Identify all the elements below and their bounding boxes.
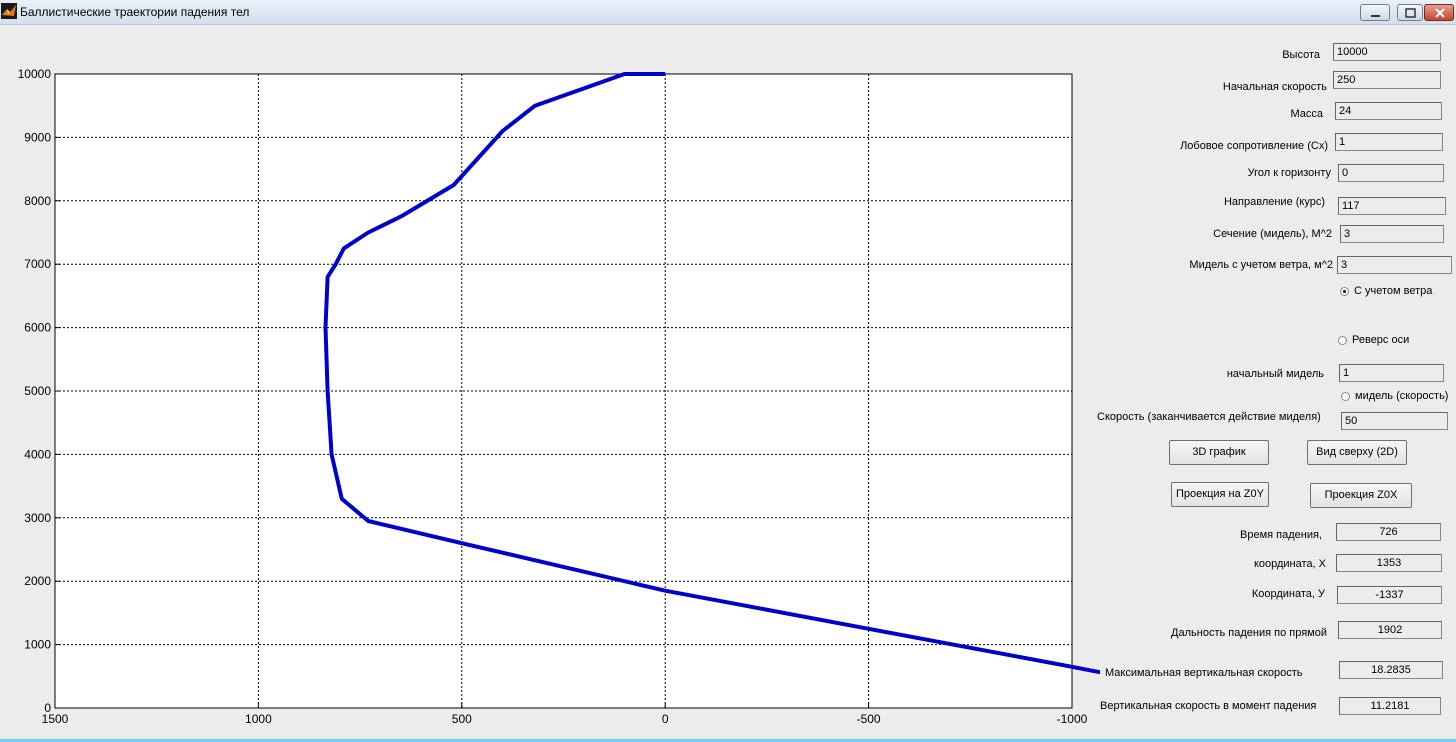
mass-label: Масса	[1290, 108, 1323, 120]
y-coord-label: Координата, У	[1251, 588, 1325, 600]
close-icon	[1435, 8, 1445, 18]
proj-zoy-button[interactable]: Проекция на Z0Y	[1171, 482, 1269, 507]
max-vspeed-label: Максимальная вертикальная скорость	[1105, 667, 1303, 679]
wind-radio[interactable]: С учетом ветра	[1340, 285, 1432, 297]
reverse-radio-label: Реверс оси	[1352, 334, 1410, 347]
minimize-icon	[1371, 15, 1380, 17]
angle-label: Угол к горизонту	[1247, 167, 1331, 179]
reverse-radio[interactable]: Реверс оси	[1338, 334, 1409, 346]
time-label: Время падения,	[1240, 529, 1322, 541]
height-label: Высота	[1282, 49, 1320, 61]
x-tick-label: -500	[857, 712, 881, 726]
midel-speed-radio-label: мидель (скорость)	[1355, 390, 1449, 403]
reverse-radio-dot	[1338, 335, 1347, 345]
y-tick-label: 3000	[24, 511, 51, 525]
restore-icon	[1405, 8, 1416, 18]
end-speed-label: Скорость (заканчивается действие миделя)	[1097, 411, 1321, 423]
angle-input[interactable]: 0	[1338, 164, 1444, 182]
y-tick-label: 10000	[18, 67, 52, 81]
impact-vspeed-label: Вертикальная скорость в момент падения	[1100, 700, 1317, 712]
y-tick-label: 5000	[24, 384, 51, 398]
title-bar: Баллистические траектории падения тел	[0, 0, 1456, 25]
midel-speed-radio-dot	[1341, 391, 1350, 401]
section-label: Сечение (мидель), М^2	[1213, 228, 1332, 240]
x-tick-label: 1000	[245, 712, 272, 726]
x-tick-label: 1500	[42, 712, 69, 726]
proj-zox-button[interactable]: Проекция Z0X	[1310, 483, 1412, 508]
y-tick-label: 8000	[24, 194, 51, 208]
impact-vspeed-output: 11.2181	[1339, 697, 1441, 715]
wind-radio-dot	[1340, 286, 1349, 296]
wind-midel-label: Мидель с учетом ветра, м^2	[1189, 259, 1333, 271]
section-input[interactable]: 3	[1340, 225, 1444, 243]
time-output: 726	[1336, 523, 1441, 541]
x-tick-label: 500	[452, 712, 472, 726]
end-speed-input[interactable]: 50	[1341, 412, 1448, 430]
y-tick-label: 2000	[24, 574, 51, 588]
x-coord-output: 1353	[1336, 554, 1442, 572]
graph-3d-button[interactable]: 3D график	[1169, 440, 1269, 465]
midel-speed-radio[interactable]: мидель (скорость)	[1341, 390, 1448, 402]
wind-midel-input[interactable]: 3	[1337, 256, 1452, 274]
speed-label: Начальная скорость	[1222, 81, 1327, 93]
range-output: 1902	[1338, 621, 1442, 639]
matlab-icon	[1, 3, 17, 19]
init-midel-label: начальный мидель	[1226, 368, 1324, 380]
mass-input[interactable]: 24	[1335, 102, 1442, 120]
y-tick-label: 4000	[24, 447, 51, 461]
drag-label: Лобовое сопротивление (Cx)	[1180, 140, 1328, 152]
y-tick-label: 1000	[24, 638, 51, 652]
speed-input[interactable]: 250	[1333, 71, 1441, 89]
close-button[interactable]	[1424, 4, 1454, 21]
init-midel-input[interactable]: 1	[1339, 364, 1444, 382]
course-input[interactable]: 117	[1338, 197, 1446, 215]
x-tick-label: -1000	[1057, 712, 1088, 726]
drag-input[interactable]: 1	[1335, 133, 1443, 151]
range-label: Дальность падения по прямой	[1171, 627, 1327, 639]
y-tick-label: 7000	[24, 257, 51, 271]
window-title: Баллистические траектории падения тел	[20, 5, 250, 19]
maximize-button[interactable]	[1397, 4, 1423, 21]
max-vspeed-output: 18.2835	[1339, 661, 1443, 679]
wind-radio-label: С учетом ветра	[1354, 285, 1433, 298]
course-label: Направление (курс)	[1223, 196, 1325, 208]
y-tick-label: 6000	[24, 321, 51, 335]
height-input[interactable]: 10000	[1333, 43, 1441, 61]
x-coord-label: координата, X	[1253, 558, 1326, 570]
y-axis: 0100020003000400050006000700080009000100…	[18, 67, 60, 715]
x-tick-label: 0	[662, 712, 669, 726]
y-tick-label: 9000	[24, 130, 51, 144]
minimize-button[interactable]	[1360, 4, 1390, 21]
trajectory-plot[interactable]: 0 1000 2000 3000 4000 5000 6000 7000 8000 9000 100…	[0, 60, 1100, 730]
y-coord-output: -1337	[1337, 586, 1442, 604]
top-view-button[interactable]: Вид сверху (2D)	[1307, 440, 1407, 465]
